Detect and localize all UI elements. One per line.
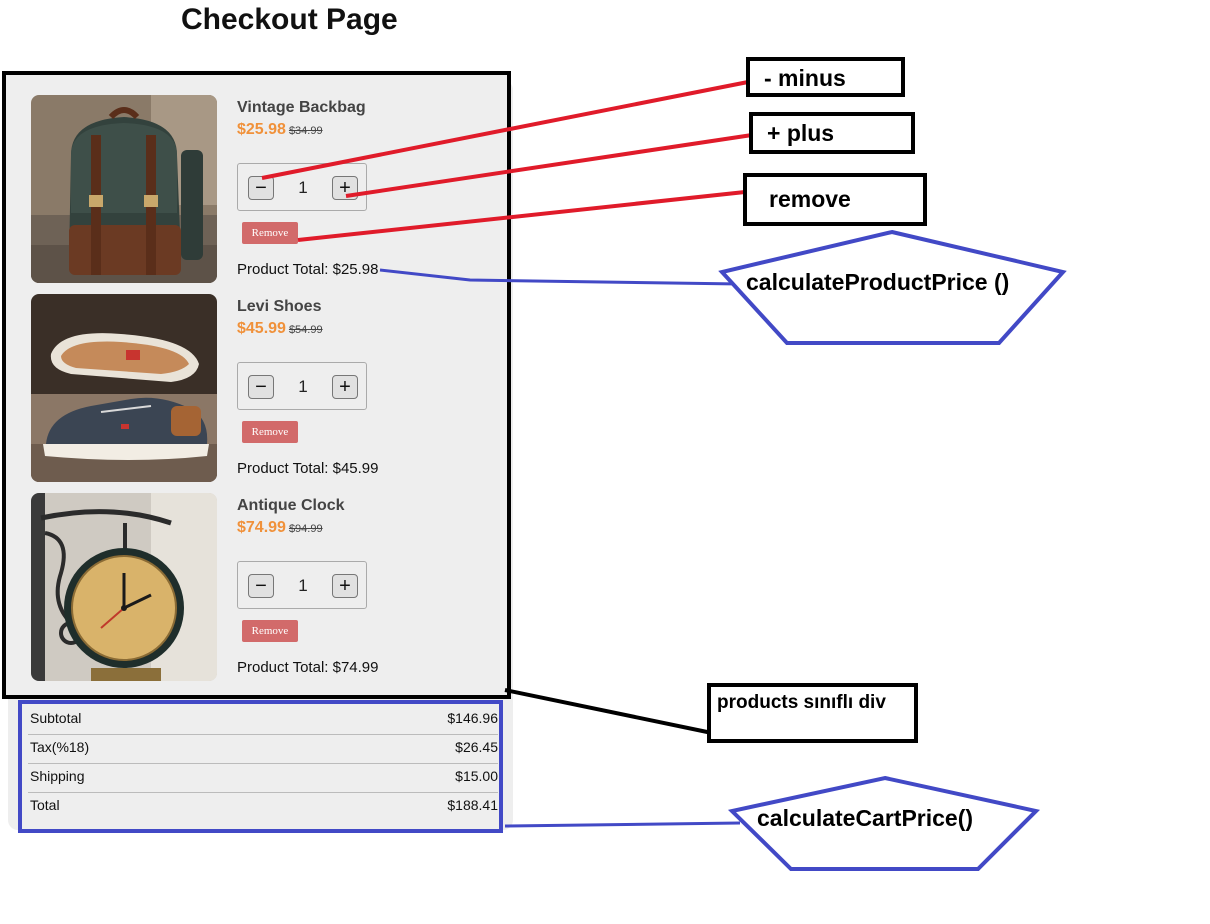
annotation-connectors — [261, 80, 753, 828]
remove-connector-line — [297, 190, 746, 242]
calc-cart-connector-line — [504, 821, 741, 828]
products-div-annotation: products sınıflı div — [707, 683, 918, 743]
minus-annotation: - minus — [746, 57, 905, 97]
calc-cart-annotation-text: calculateCartPrice() — [757, 805, 974, 831]
calc-product-connector-line — [379, 268, 741, 286]
minus-annotation-text: - minus — [764, 65, 846, 91]
products-div-connector-line — [504, 688, 713, 735]
plus-connector-line — [345, 133, 753, 198]
plus-annotation: + plus — [749, 112, 915, 154]
calc-product-annotation-text: calculateProductPrice () — [746, 269, 1010, 295]
plus-annotation-text: + plus — [767, 120, 835, 146]
products-div-annotation-text: products sınıflı div — [717, 692, 886, 713]
remove-annotation-text: remove — [769, 186, 851, 212]
remove-annotation: remove — [743, 173, 927, 226]
minus-connector-line — [261, 80, 749, 180]
annotation-overlay — [261, 80, 1067, 871]
